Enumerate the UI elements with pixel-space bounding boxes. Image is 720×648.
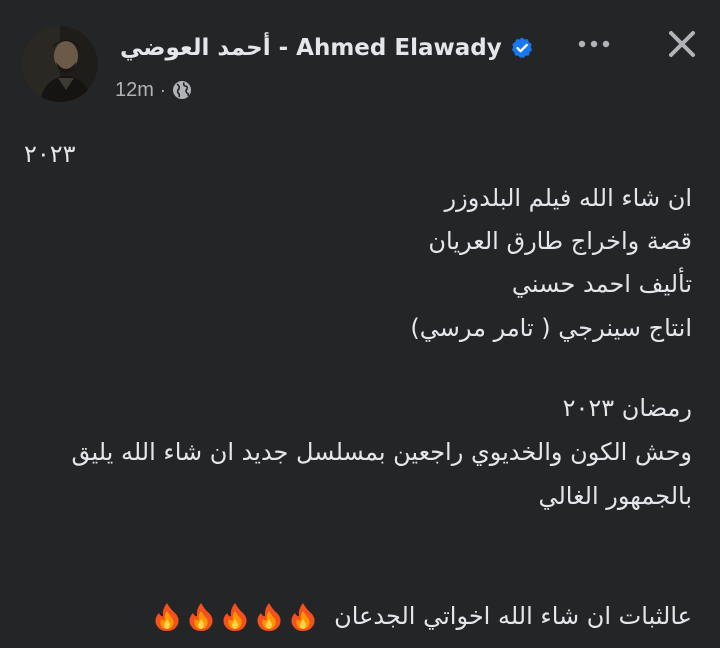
post-line-2: قصة واخراج طارق العريان [428, 227, 692, 255]
close-button[interactable] [660, 24, 704, 64]
post-line-3: تأليف احمد حسني [511, 270, 692, 298]
post-line-8-text: عالثبات ان شاء الله اخواتي الجدعان [334, 602, 692, 630]
avatar[interactable] [22, 26, 98, 102]
year-line: ٢٠٢٣ [24, 140, 76, 168]
post-line-8: عالثبات ان شاء الله اخواتي الجدعان [153, 602, 692, 632]
more-dots-icon [578, 40, 610, 48]
fire-emoji-icon [290, 603, 315, 631]
fire-emoji-icon [222, 603, 247, 631]
post-card: أحمد العوضي - Ahmed Elawady 12m · ٢٠٢٣ ا… [0, 0, 720, 648]
more-options-button[interactable] [572, 26, 616, 62]
fire-emoji-icon [256, 603, 281, 631]
post-line-6: وحش الكون والخديوي راجعين بمسلسل جديد ان… [71, 438, 692, 466]
meta-separator: · [159, 79, 166, 100]
post-line-1: ان شاء الله فيلم البلدوزر [444, 184, 692, 212]
fire-emoji-icon [188, 603, 213, 631]
author-row: أحمد العوضي - Ahmed Elawady [120, 28, 534, 68]
verified-badge-icon [511, 37, 532, 58]
post-time[interactable]: 12m [115, 79, 154, 102]
fire-emoji-group [153, 602, 317, 632]
post-line-7: بالجمهور الغالي [538, 482, 692, 510]
close-icon [669, 31, 695, 57]
fire-emoji-icon [154, 603, 179, 631]
post-meta: 12m · [115, 76, 192, 104]
post-line-4: انتاج سينرجي ( تامر مرسي) [410, 314, 692, 342]
author-name[interactable]: أحمد العوضي - Ahmed Elawady [120, 35, 502, 61]
avatar-photo-icon [22, 26, 98, 102]
post-line-5: رمضان ٢٠٢٣ [562, 394, 692, 422]
globe-icon [172, 81, 191, 99]
